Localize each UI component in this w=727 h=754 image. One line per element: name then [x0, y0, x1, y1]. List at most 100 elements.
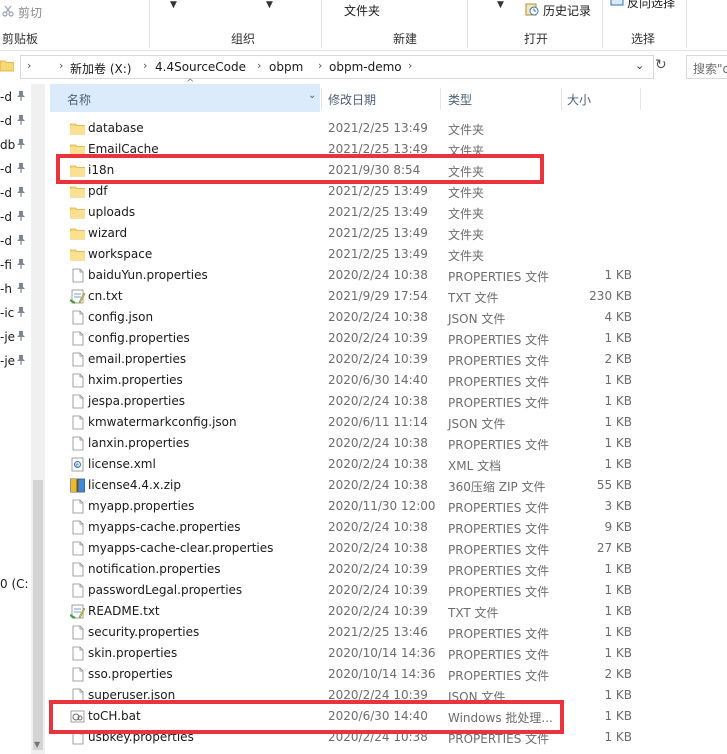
file-row[interactable]: license4.4.x.zip 2020/2/24 10:38 360压缩 ZIP… [50, 475, 727, 496]
file-name: lanxin.properties [88, 436, 190, 450]
file-size: 1 KB [604, 394, 632, 408]
clipboard-group-label: 剪贴板 [2, 32, 39, 46]
file-size: 1 KB [604, 583, 632, 597]
file-row[interactable]: config.json 2020/2/24 10:38 JSON 文件 4 KB [50, 307, 727, 328]
file-modified-date: 2020/6/30 14:40 [328, 373, 428, 387]
history-icon[interactable] [525, 2, 539, 16]
sort-up-icon: ^ [186, 78, 195, 89]
pin-icon[interactable] [16, 162, 26, 174]
dropdown-arrow-icon[interactable]: ▼ [497, 0, 504, 10]
file-row[interactable]: kmwatermarkconfig.json 2020/6/11 11:14 JSO… [50, 412, 727, 433]
nav-item-label: -d [0, 186, 12, 200]
file-row[interactable]: workspace 2021/2/25 13:49 文件夹 [50, 244, 727, 265]
pin-icon[interactable] [16, 138, 26, 150]
pin-icon[interactable] [16, 282, 26, 294]
dropdown-arrow-icon[interactable]: ▼ [266, 0, 273, 10]
file-row[interactable]: config.properties 2020/2/24 10:39 PROPERTI… [50, 328, 727, 349]
pin-icon[interactable] [16, 258, 26, 270]
refresh-icon[interactable]: ↻ [655, 57, 667, 73]
scissors-icon[interactable] [2, 5, 14, 17]
column-header-date[interactable]: 修改日期 [311, 84, 439, 112]
column-header-size[interactable]: 大小 [550, 84, 640, 112]
file-row[interactable]: myapps-cache-clear.properties 2020/2/24 1… [50, 538, 727, 559]
file-row[interactable]: hxim.properties 2020/6/30 14:40 PROPERTIES… [50, 370, 727, 391]
search-input[interactable]: 搜索"o [686, 55, 727, 79]
breadcrumb-item[interactable]: 新加卷 (X:) [70, 60, 131, 77]
pin-icon[interactable] [16, 330, 26, 342]
column-header-name[interactable]: 名称 ^ ⌄ [50, 78, 320, 112]
chevron-right-icon[interactable]: › [257, 59, 261, 72]
breadcrumb-item[interactable]: obpm-demo [329, 60, 402, 74]
history-button[interactable]: 历史记录 [543, 2, 591, 19]
file-icon [70, 541, 85, 556]
nav-item-label: -d [0, 90, 12, 104]
chevron-right-icon[interactable]: › [59, 59, 63, 72]
pin-icon[interactable] [16, 186, 26, 198]
column-divider[interactable] [640, 88, 641, 110]
file-modified-date: 2020/10/14 14:36 [328, 646, 436, 660]
nav-quick-access-item[interactable]: -d [0, 230, 30, 252]
nav-quick-access-item[interactable]: -d [0, 182, 30, 204]
pin-icon[interactable] [16, 90, 26, 102]
cut-button[interactable]: 剪切 [18, 4, 42, 21]
file-row[interactable]: passwordLegal.properties 2020/2/24 10:39 P… [50, 580, 727, 601]
nav-quick-access-item[interactable]: -d [0, 206, 30, 228]
file-row[interactable]: sso.properties 2020/10/14 14:36 PROPERTIES… [50, 664, 727, 685]
column-header-type[interactable]: 类型 [431, 84, 561, 112]
file-row[interactable]: notification.properties 2020/2/24 10:39 PR… [50, 559, 727, 580]
scroll-down-icon[interactable]: ▼ [34, 740, 40, 749]
address-bar[interactable]: › › 新加卷 (X:) › 4.4SourceCode › obpm › ob… [20, 55, 654, 79]
file-row[interactable]: README.txt 2020/2/24 10:39 TXT 文件 1 KB [50, 601, 727, 622]
file-type: JSON 文件 [448, 417, 506, 431]
file-row[interactable]: wizard 2021/2/25 13:49 文件夹 [50, 223, 727, 244]
file-row[interactable]: email.properties 2020/2/24 10:39 PROPERTIE… [50, 349, 727, 370]
nav-quick-access-item[interactable]: -je [0, 350, 30, 372]
file-row[interactable]: lanxin.properties 2020/2/24 10:38 PROPERTI… [50, 433, 727, 454]
nav-quick-access-item[interactable]: -je [0, 326, 30, 348]
file-modified-date: 2020/11/30 12:00 [328, 499, 436, 513]
file-row[interactable]: myapps-cache.properties 2020/2/24 10:38 PR… [50, 517, 727, 538]
file-row[interactable]: database 2021/2/25 13:49 文件夹 [50, 118, 727, 139]
breadcrumb-item[interactable]: obpm [269, 60, 303, 74]
chevron-right-icon[interactable]: › [318, 59, 322, 72]
chevron-right-icon[interactable]: › [27, 59, 31, 72]
invert-select-icon[interactable] [610, 0, 624, 6]
dropdown-arrow-icon[interactable]: ▼ [170, 0, 177, 10]
pin-icon[interactable] [16, 210, 26, 222]
file-row[interactable]: security.properties 2021/2/25 13:46 PROPER… [50, 622, 727, 643]
file-name: wizard [88, 226, 128, 240]
nav-quick-access-item[interactable]: db [0, 134, 30, 156]
file-row[interactable]: pdf 2021/2/25 13:49 文件夹 [50, 181, 727, 202]
invert-select-button[interactable]: 反向选择 [627, 0, 675, 11]
file-row[interactable]: e license.xml 2020/2/24 10:38 XML 文档 1 KB [50, 454, 727, 475]
file-type: PROPERTIES 文件 [448, 438, 550, 452]
nav-quick-access-item[interactable]: -d [0, 110, 30, 132]
file-row[interactable]: jespa.properties 2020/2/24 10:38 PROPERTIE… [50, 391, 727, 412]
nav-scrollbar-thumb[interactable] [33, 480, 43, 750]
file-row[interactable]: cn.txt 2021/9/29 17:54 TXT 文件 230 KB [50, 286, 727, 307]
nav-quick-access-item[interactable]: -d [0, 86, 30, 108]
file-size: 1 KB [604, 709, 632, 723]
new-folder-button[interactable]: 文件夹 [344, 2, 380, 19]
address-dropdown-icon[interactable]: ⌄ [635, 59, 644, 72]
file-row[interactable]: skin.properties 2020/10/14 14:36 PROPERTIE… [50, 643, 727, 664]
nav-quick-access-item[interactable]: -ic [0, 302, 30, 324]
nav-quick-access-item[interactable]: -fi [0, 254, 30, 276]
nav-drive-label[interactable]: 0 (C: [0, 577, 29, 591]
pin-icon[interactable] [16, 354, 26, 366]
nav-quick-access-item[interactable]: -d [0, 158, 30, 180]
chevron-right-icon[interactable]: › [408, 59, 412, 72]
pin-icon[interactable] [16, 306, 26, 318]
search-placeholder: 搜索"o [693, 62, 727, 76]
nav-item-label: -fi [0, 258, 12, 272]
file-row[interactable]: uploads 2021/2/25 13:49 文件夹 [50, 202, 727, 223]
file-row[interactable]: myapp.properties 2020/11/30 12:00 PROPERTI… [50, 496, 727, 517]
nav-quick-access-item[interactable]: -h [0, 278, 30, 300]
file-row[interactable]: baiduYun.properties 2020/2/24 10:38 PROPER… [50, 265, 727, 286]
breadcrumb-item[interactable]: 4.4SourceCode [155, 60, 246, 74]
pin-icon[interactable] [16, 234, 26, 246]
file-type: 360压缩 ZIP 文件 [448, 480, 546, 494]
pin-icon[interactable] [16, 114, 26, 126]
chevron-right-icon[interactable]: › [143, 59, 147, 72]
organize-group-label: 组织 [231, 32, 256, 46]
